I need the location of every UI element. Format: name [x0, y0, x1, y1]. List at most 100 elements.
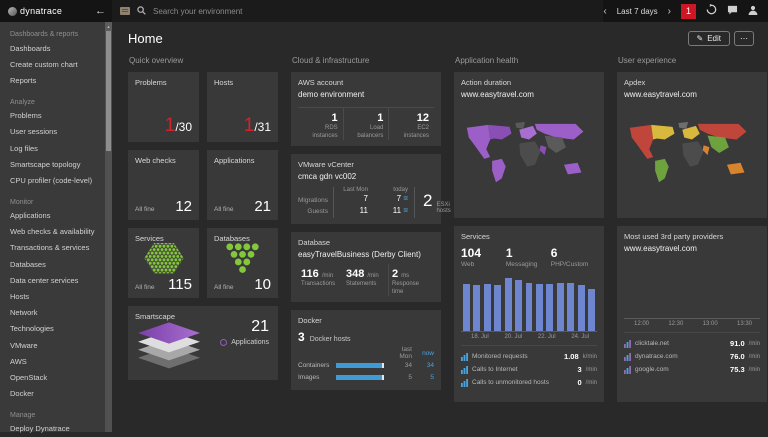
services-bar-chart — [461, 276, 597, 332]
tile-vmware-vcenter[interactable]: VMware vCenter cmca gdn vc002 Migrations… — [291, 154, 441, 224]
search-bar[interactable]: Search your environment — [112, 0, 603, 22]
dynatrace-logo[interactable]: dynatrace — [8, 6, 62, 16]
tile-apdex[interactable]: Apdex www.easytravel.com — [617, 72, 767, 218]
x-axis-label: 13:30 — [737, 321, 752, 327]
time-range-next-icon[interactable]: › — [668, 6, 671, 17]
services-stat-php: 6 PHP/Custom — [551, 246, 596, 268]
trend-equal-icon: = — [403, 194, 408, 203]
search-icon[interactable] — [137, 2, 146, 20]
tile-web-checks[interactable]: Web checks All fine 12 — [128, 150, 199, 220]
scroll-up-icon[interactable]: ▲ — [105, 22, 112, 31]
databases-count: 10 — [254, 276, 271, 293]
tile-databases[interactable]: Databases All fine — [207, 228, 278, 298]
tile-services-health[interactable]: Services 104 Web 1 Messaging 6 PHP/Custo… — [454, 226, 604, 402]
docker-hosts-count: 3 — [298, 330, 305, 344]
sidebar-item-deploy-dynatrace[interactable]: Deploy Dynatrace — [0, 421, 112, 437]
sidebar-item-network[interactable]: Network — [0, 305, 112, 321]
chat-icon[interactable] — [727, 2, 738, 20]
status-label: All fine — [135, 284, 155, 291]
status-label: All fine — [214, 284, 234, 291]
sidebar-item-hosts[interactable]: Hosts — [0, 288, 112, 304]
sidebar-item-data-center-services[interactable]: Data center services — [0, 272, 112, 288]
action-duration-world-map — [461, 105, 597, 210]
x-axis-label: 20. Jul — [504, 334, 522, 340]
applications-count: 21 — [254, 198, 271, 215]
sidebar-item-applications[interactable]: Applications — [0, 208, 112, 224]
search-input[interactable]: Search your environment — [153, 7, 242, 16]
tile-applications[interactable]: Applications All fine 21 — [207, 150, 278, 220]
services-stat-web: 104 Web — [461, 246, 506, 268]
dynatrace-logo-text: dynatrace — [20, 6, 62, 16]
more-button[interactable]: ⋯ — [734, 31, 754, 46]
user-icon[interactable] — [748, 2, 758, 20]
provider-row-clicktale: clicktale.net 91.0 /min — [624, 337, 760, 350]
smartscape-applications-count: 21 — [220, 318, 269, 336]
column-title: Cloud & infrastructure — [292, 56, 441, 65]
topbar: dynatrace ← Search your environment ‹ La… — [0, 0, 768, 22]
sidebar-group-manage: Manage — [0, 409, 112, 421]
db-stat: 2 ms Response time — [388, 264, 434, 296]
sidebar-item-cpu-profiler[interactable]: CPU profiler (code-level) — [0, 172, 112, 188]
tile-aws-account[interactable]: AWS account demo environment 1 RDS insta… — [291, 72, 441, 146]
sidebar: Dashboards & reports Dashboards Create c… — [0, 22, 112, 432]
tile-action-duration[interactable]: Action duration www.easytravel.com — [454, 72, 604, 218]
sidebar-item-technologies[interactable]: Technologies — [0, 321, 112, 337]
refresh-icon[interactable] — [706, 2, 717, 20]
sidebar-item-smartscape-topology[interactable]: Smartscape topology — [0, 156, 112, 172]
services-stat-messaging: 1 Messaging — [506, 246, 551, 268]
metric-row-calls-unmonitored: Calls to unmonitored hosts 0 /min — [461, 376, 597, 389]
problems-badge[interactable]: 1 — [681, 4, 696, 19]
db-stat: 116 /min Transactions — [298, 264, 343, 296]
sidebar-item-docker[interactable]: Docker — [0, 386, 112, 402]
images-bar — [336, 375, 384, 380]
column-title: Quick overview — [129, 56, 278, 65]
vmware-row-label: Guests — [298, 206, 328, 217]
problems-total-count: /30 — [175, 120, 192, 134]
column-title: User experience — [618, 56, 767, 65]
tile-database[interactable]: Database easyTravelBusiness (Derby Clien… — [291, 232, 441, 302]
docker-col-header: now — [412, 350, 434, 357]
time-range-selector[interactable]: Last 7 days — [617, 7, 658, 16]
tile-smartscape[interactable]: Smartscape 21 Applications — [128, 306, 278, 380]
sidebar-item-create-custom-chart[interactable]: Create custom chart — [0, 56, 112, 72]
sidebar-item-web-checks[interactable]: Web checks & availability — [0, 224, 112, 240]
tile-problems[interactable]: Problems 1 /30 — [128, 72, 199, 142]
tile-services[interactable]: Services — [128, 228, 199, 298]
sidebar-scrollbar[interactable] — [105, 22, 112, 432]
tile-hosts[interactable]: Hosts 1 /31 — [207, 72, 278, 142]
provider-row-dynatrace: dynatrace.com 76.0 /min — [624, 350, 760, 363]
sidebar-item-aws[interactable]: AWS — [0, 353, 112, 369]
sidebar-item-dashboards[interactable]: Dashboards — [0, 40, 112, 56]
apps-grid-icon[interactable] — [120, 7, 130, 15]
edit-button[interactable]: ✎ Edit — [688, 31, 731, 46]
sidebar-item-vmware[interactable]: VMware — [0, 337, 112, 353]
column-user-experience: User experience Apdex www.easytravel.com — [617, 52, 767, 402]
sidebar-collapse-icon[interactable]: ← — [95, 5, 106, 17]
sidebar-item-transactions-services[interactable]: Transactions & services — [0, 240, 112, 256]
time-range-prev-icon[interactable]: ‹ — [603, 6, 606, 17]
problems-open-count: 1 — [165, 115, 176, 137]
edit-pencil-icon: ✎ — [697, 34, 704, 43]
provider-row-google: google.com 75.3 /min — [624, 363, 760, 376]
aws-stat: 1 RDS instances — [298, 108, 343, 140]
sidebar-item-databases[interactable]: Databases — [0, 256, 112, 272]
tile-docker[interactable]: Docker 3 Docker hosts last Mon now Conta… — [291, 310, 441, 390]
services-count: 115 — [168, 276, 192, 293]
docker-row-containers: Containers 34 34 — [298, 359, 434, 371]
sidebar-item-log-files[interactable]: Log files — [0, 140, 112, 156]
db-stat: 348 /min Statements — [343, 264, 388, 296]
database-name: easyTravelBusiness (Derby Client) — [298, 250, 434, 259]
sidebar-item-user-sessions[interactable]: User sessions — [0, 124, 112, 140]
sidebar-item-reports[interactable]: Reports — [0, 72, 112, 88]
hosts-total-count: /31 — [254, 120, 271, 134]
dynatrace-logo-icon — [8, 7, 17, 16]
x-axis-label: 24. Jul — [571, 334, 589, 340]
sidebar-item-openstack[interactable]: OpenStack — [0, 369, 112, 385]
vmware-row-label: Migrations — [298, 195, 328, 206]
containers-bar — [336, 363, 384, 368]
x-axis-label: 12:30 — [668, 321, 683, 327]
providers-stacked-bar-chart — [624, 261, 760, 319]
tile-third-party-providers[interactable]: Most used 3rd party providers www.easytr… — [617, 226, 767, 402]
databases-circle-cluster-icon — [222, 241, 264, 280]
sidebar-item-problems[interactable]: Problems — [0, 108, 112, 124]
